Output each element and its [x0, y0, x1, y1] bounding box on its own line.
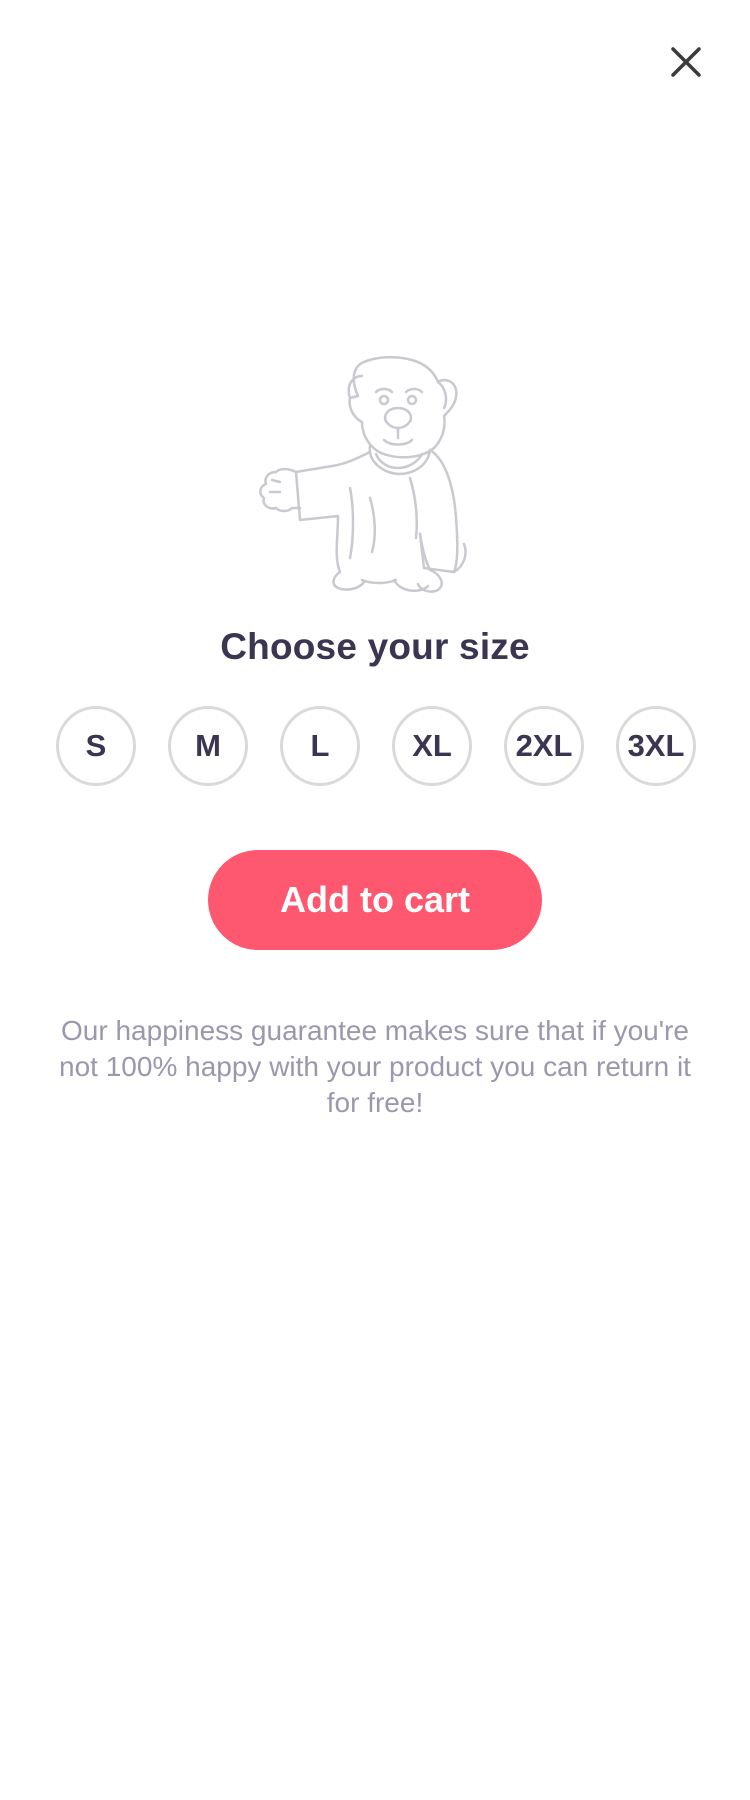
size-option-s[interactable]: S: [56, 706, 136, 786]
size-option-2xl[interactable]: 2XL: [504, 706, 584, 786]
size-selector: S M L XL 2XL 3XL: [56, 706, 696, 786]
size-option-l[interactable]: L: [280, 706, 360, 786]
add-to-cart-button[interactable]: Add to cart: [208, 850, 542, 950]
pug-illustration: [250, 348, 500, 598]
close-button[interactable]: [664, 40, 708, 84]
pug-in-shirt-illustration: [259, 356, 467, 593]
size-option-3xl[interactable]: 3XL: [616, 706, 696, 786]
guarantee-text: Our happiness guarantee makes sure that …: [59, 1015, 691, 1118]
size-option-m[interactable]: M: [168, 706, 248, 786]
size-option-xl[interactable]: XL: [392, 706, 472, 786]
page-title: Choose your size: [220, 626, 530, 667]
close-icon: [671, 47, 701, 77]
